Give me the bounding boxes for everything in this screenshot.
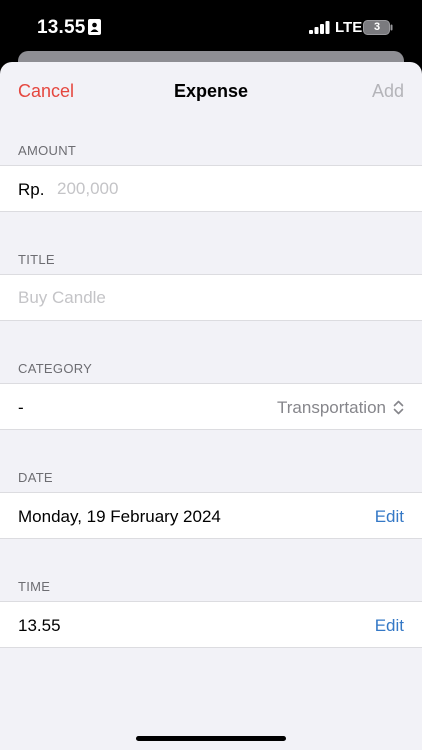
title-input[interactable] — [18, 287, 404, 309]
time-value: 13.55 — [18, 616, 61, 635]
currency-label: Rp. — [18, 180, 45, 199]
date-value: Monday, 19 February 2024 — [18, 507, 221, 526]
category-picker[interactable]: Transportation — [277, 398, 386, 418]
amount-section-header: AMOUNT — [18, 143, 77, 158]
title-row — [0, 274, 422, 321]
cancel-button[interactable]: Cancel — [18, 81, 74, 102]
contact-card-icon — [88, 19, 101, 35]
edit-date-button[interactable]: Edit — [375, 507, 404, 527]
add-button[interactable]: Add — [372, 81, 404, 102]
home-indicator[interactable] — [136, 736, 286, 741]
expense-sheet: Cancel Expense Add AMOUNT Rp. TITLE CATE… — [0, 62, 422, 750]
category-row[interactable]: - Transportation — [0, 383, 422, 430]
category-section-header: CATEGORY — [18, 361, 93, 376]
battery-level: 3 — [373, 21, 381, 33]
status-time: 13.55 — [37, 17, 86, 38]
amount-row: Rp. — [0, 165, 422, 212]
title-section-header: TITLE — [18, 252, 55, 267]
status-bar: 13.55 LTE 3 — [0, 0, 422, 52]
time-section-header: TIME — [18, 579, 51, 594]
edit-time-button[interactable]: Edit — [375, 616, 404, 636]
time-row: 13.55 Edit — [0, 601, 422, 648]
network-type: LTE — [335, 19, 363, 36]
date-section-header: DATE — [18, 470, 53, 485]
category-left-value: - — [18, 398, 24, 417]
nav-bar: Cancel Expense Add — [0, 62, 422, 122]
amount-input[interactable] — [57, 178, 397, 200]
cellular-signal-icon — [309, 21, 330, 34]
date-row: Monday, 19 February 2024 Edit — [0, 492, 422, 539]
chevron-up-down-icon[interactable] — [393, 400, 404, 415]
